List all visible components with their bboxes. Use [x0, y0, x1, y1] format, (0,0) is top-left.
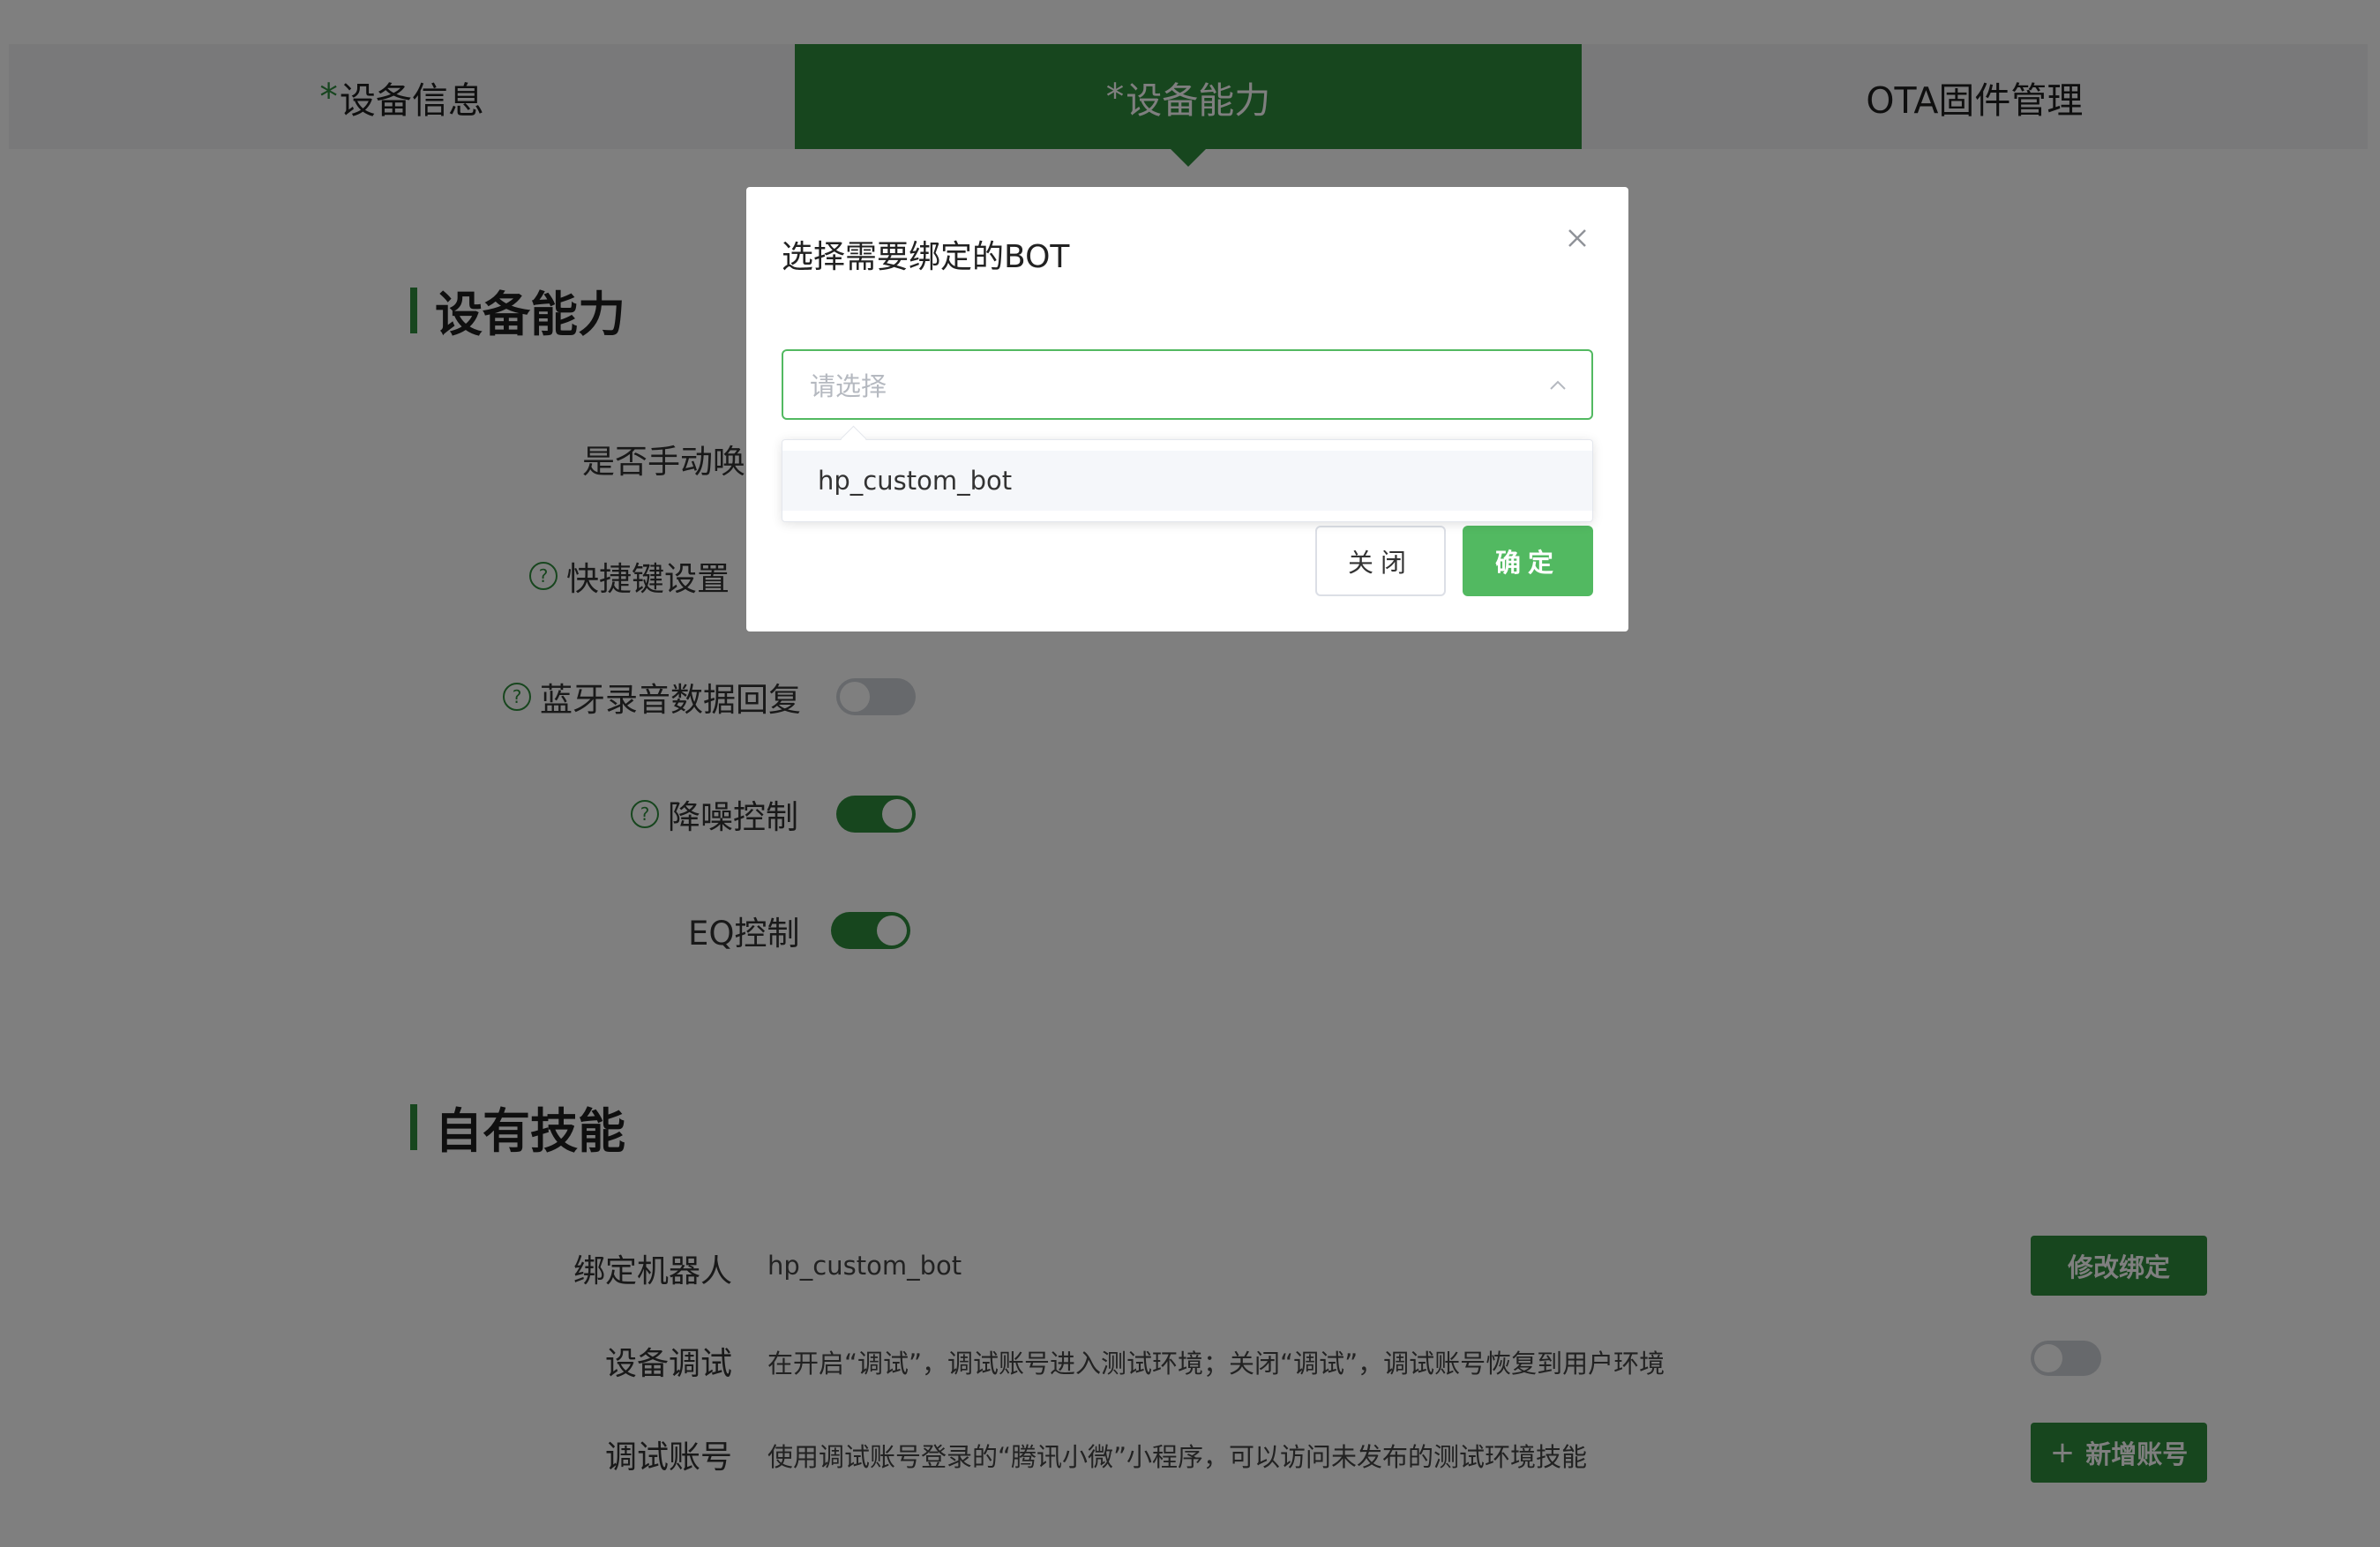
- chevron-up-icon: [1550, 380, 1566, 390]
- bot-dropdown: hp_custom_bot: [782, 439, 1593, 522]
- confirm-button[interactable]: 确定: [1463, 526, 1593, 596]
- dropdown-option[interactable]: hp_custom_bot: [782, 451, 1592, 511]
- close-icon[interactable]: [1561, 222, 1593, 254]
- close-button[interactable]: 关闭: [1315, 526, 1446, 596]
- bot-select[interactable]: 请选择: [782, 349, 1593, 420]
- bind-bot-modal: 选择需要绑定的BOT 请选择 关闭 确定 hp_custom_bot: [746, 187, 1628, 632]
- select-placeholder: 请选择: [810, 371, 887, 401]
- modal-title: 选择需要绑定的BOT: [782, 239, 1070, 275]
